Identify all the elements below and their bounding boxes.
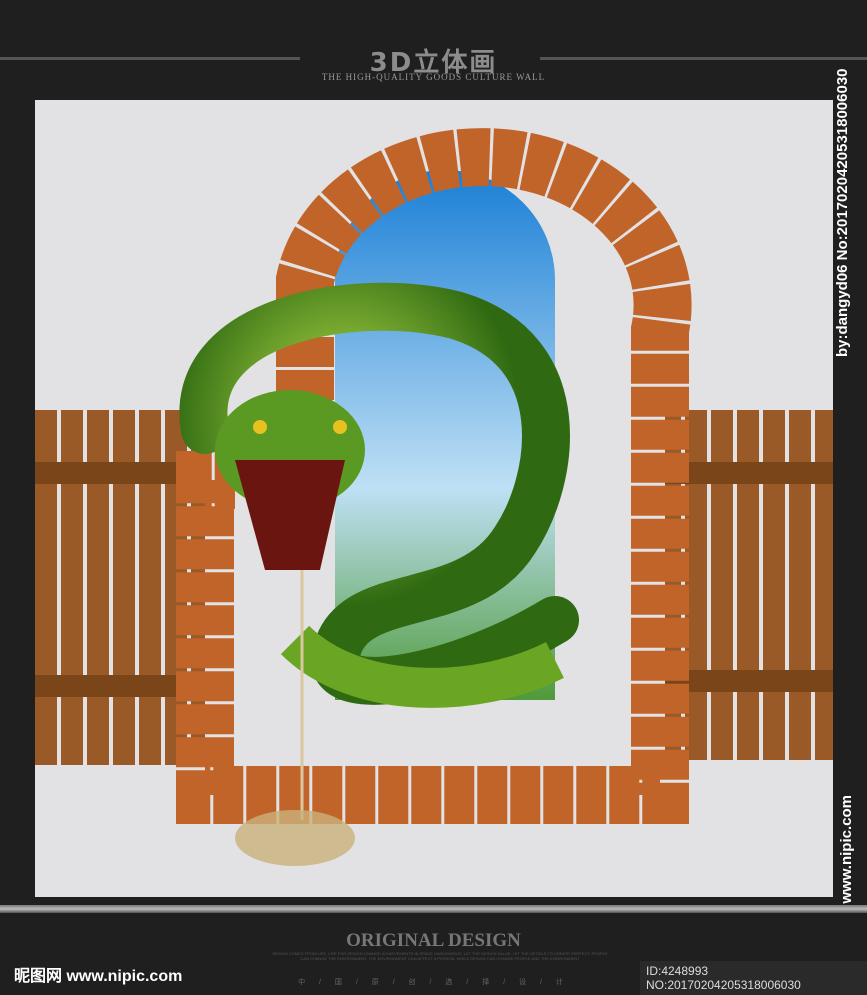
footer-body: DESIGN COMES FROM LIFE, LIFE FOR DESIGN …	[272, 951, 608, 961]
side-watermark-top: by:dangyd06 No:20170204205318006030	[834, 68, 851, 357]
nipic-watermark: 昵图网 www.nipic.com	[14, 968, 183, 985]
poster-subtitle: THE HIGH-QUALITY GOODS CULTURE WALL	[321, 72, 546, 82]
snake-window-illustration	[35, 128, 833, 866]
fence-right	[665, 410, 833, 760]
side-watermark-bottom: www.nipic.com	[838, 795, 855, 904]
divider-bar	[0, 905, 867, 913]
image-id: ID:4248993 NO:20170204205318006030	[640, 961, 867, 995]
artwork	[35, 100, 833, 897]
footer-heading: ORIGINAL DESIGN	[346, 930, 521, 951]
